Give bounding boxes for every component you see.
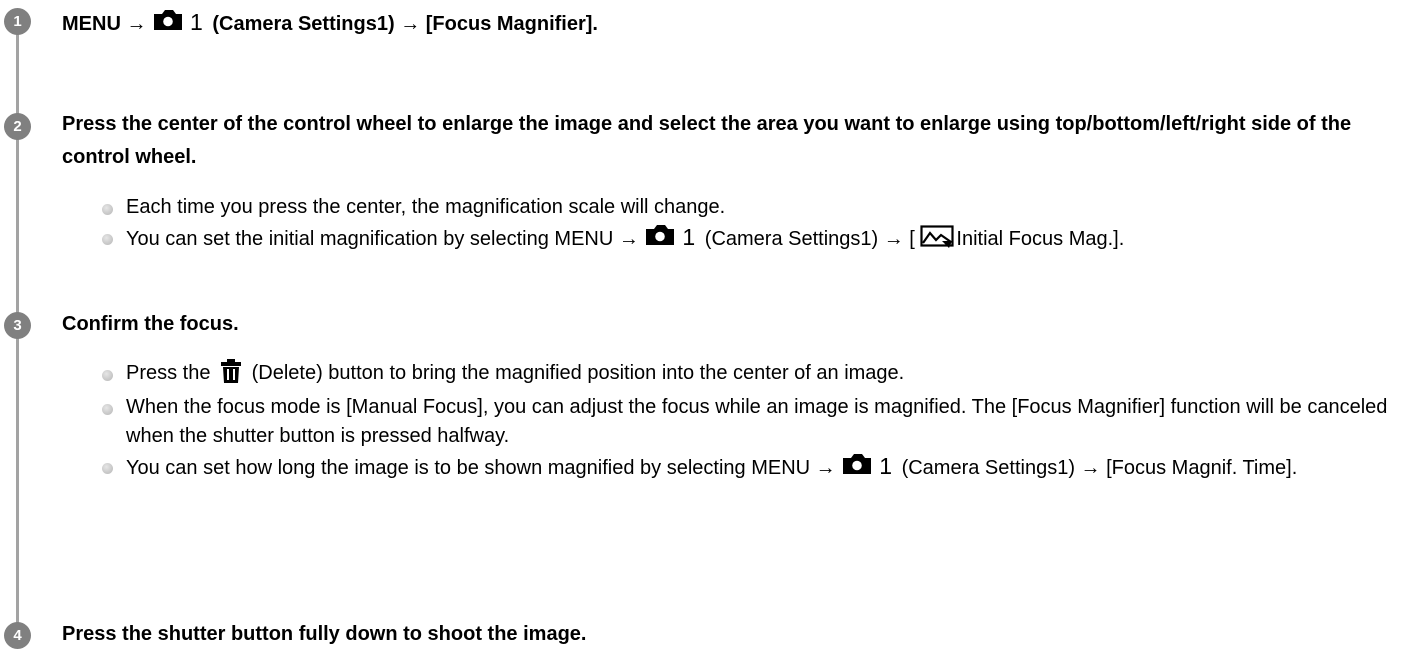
step-bullet-list: Press the (Delete) button to bring the m… [102,359,1400,485]
trash-icon [220,359,242,393]
step-title-text: (Camera Settings1) → [Focus Magnifier]. [212,13,598,35]
list-item-text: You can set how long the image is to be … [126,456,836,479]
list-item-text: Press the [126,362,211,384]
list-item-text: (Delete) button to bring the magnified p… [251,362,905,384]
step-bullet-list: Each time you press the center, the magn… [102,193,1400,258]
list-item-text: (Camera Settings1) → [Focus Magnif. Time… [901,456,1298,479]
step-title: Confirm the focus. [62,313,239,335]
camera-settings-number: 1 [879,452,893,479]
camera-settings-number: 1 [190,9,203,35]
step-title-text: MENU → [62,13,147,35]
list-item-text: Initial Focus Mag.]. [956,227,1125,250]
step-title: Press the center of the control wheel to… [62,113,1352,168]
list-item-text: You can set the initial magnification by… [126,227,639,250]
list-item-text: (Camera Settings1) → [ [704,227,915,250]
list-item: Press the (Delete) button to bring the m… [102,359,1400,393]
focus-magnifier-icon [920,224,956,259]
list-item: You can set the initial magnification by… [102,223,1400,259]
step-number-badge: 1 [4,8,31,35]
list-item: Each time you press the center, the magn… [102,193,1400,223]
step-number-badge: 4 [4,622,31,649]
step-number-badge: 3 [4,312,31,339]
step-title: Press the shutter button fully down to s… [62,623,587,645]
step-title: MENU → 1 (Camera Settings1) → [Focus Mag… [62,6,1390,43]
list-item: You can set how long the image is to be … [102,452,1400,486]
camera-settings-number: 1 [682,223,696,250]
list-item: When the focus mode is [Manual Focus], y… [102,393,1400,452]
step-number-badge: 2 [4,113,31,140]
